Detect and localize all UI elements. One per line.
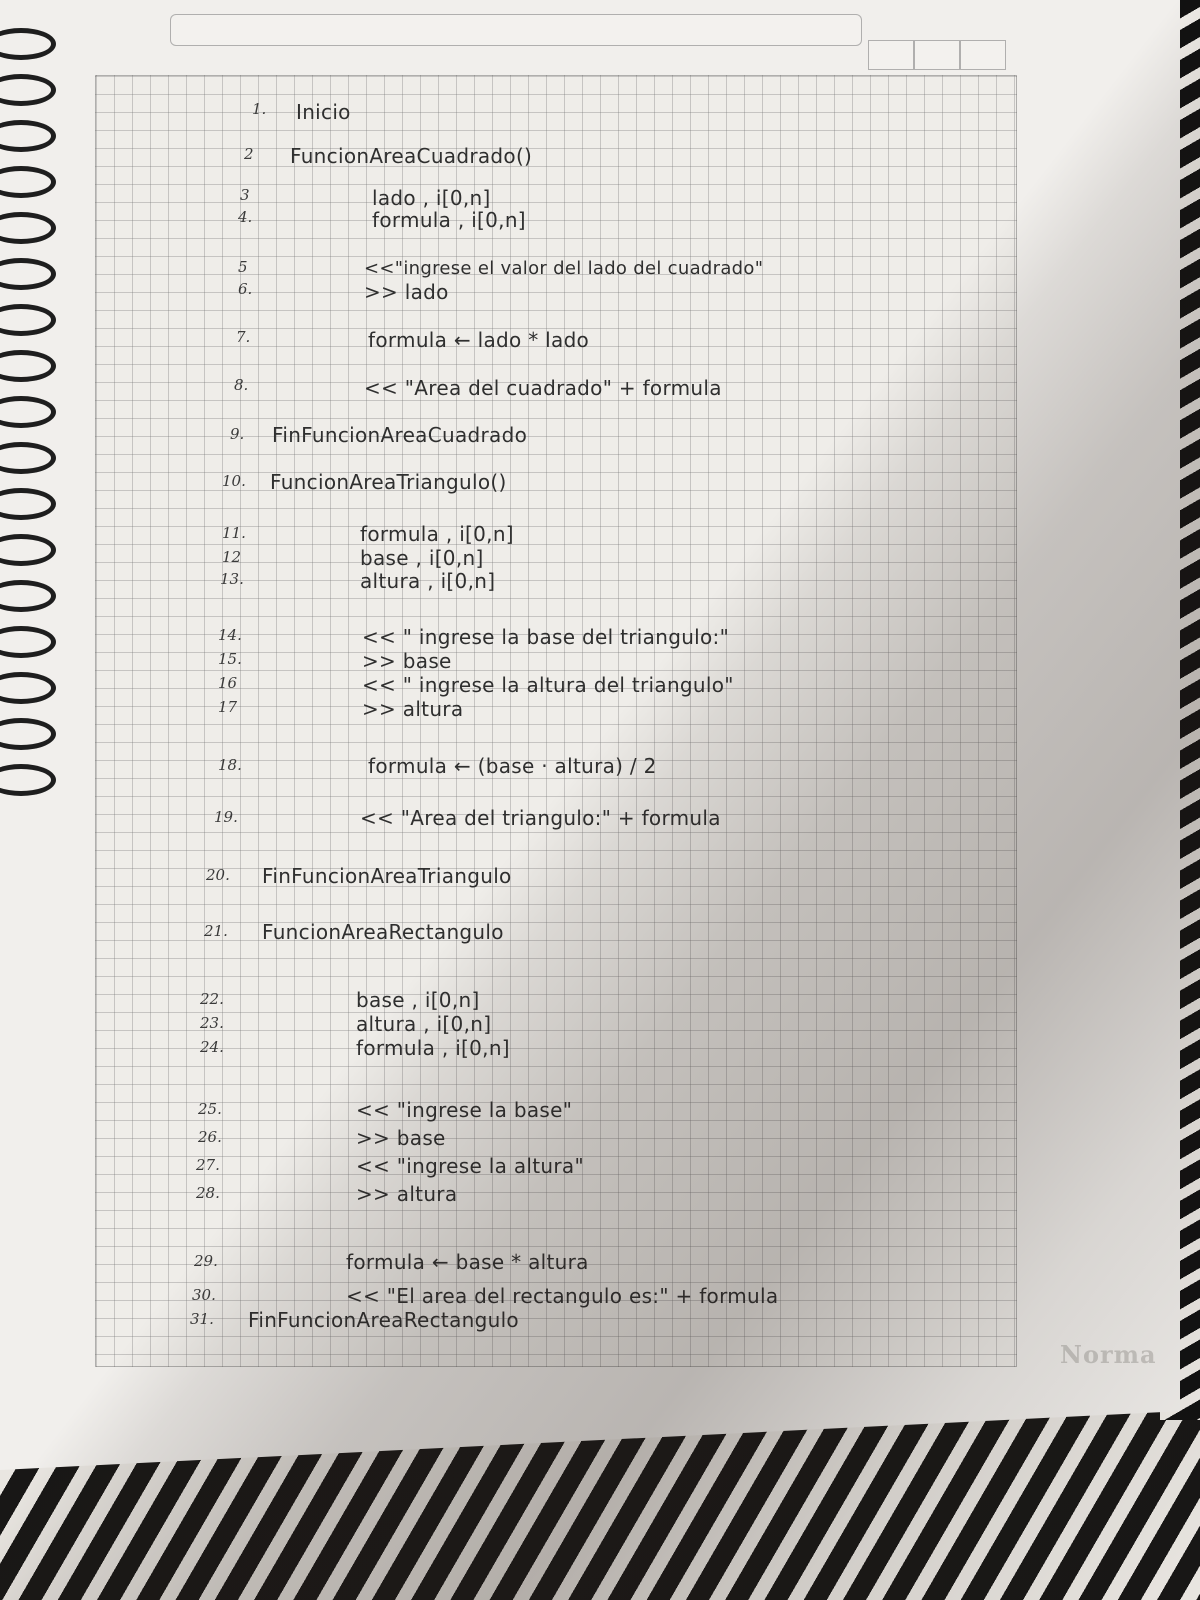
- code-line: formula , i[0,n]: [360, 522, 514, 546]
- line-number: 18.: [218, 756, 242, 774]
- code-line: base , i[0,n]: [356, 988, 480, 1012]
- line-number: 25.: [198, 1100, 222, 1118]
- code-line: Inicio: [296, 100, 351, 124]
- line-number: 15.: [218, 650, 242, 668]
- code-line: FuncionAreaTriangulo(): [270, 470, 507, 494]
- code-line: FinFuncionAreaRectangulo: [248, 1308, 519, 1332]
- line-number: 30.: [192, 1286, 216, 1304]
- line-number: 4.: [238, 208, 253, 226]
- code-line: formula ← base * altura: [346, 1250, 589, 1274]
- line-number: 19.: [214, 808, 238, 826]
- line-number: 11.: [222, 524, 246, 542]
- code-line: formula , i[0,n]: [372, 208, 526, 232]
- notebook-page: 1. 2 3 4. 5 6. 7. 8. 9. 10. 11. 12 13. 1…: [0, 0, 1180, 1470]
- line-number: 29.: [194, 1252, 218, 1270]
- line-number: 28.: [196, 1184, 220, 1202]
- code-line: <<"ingrese el valor del lado del cuadrad…: [364, 258, 764, 279]
- line-number: 9.: [230, 425, 245, 443]
- code-line: formula ← lado * lado: [368, 328, 590, 352]
- date-box-month: [914, 40, 960, 70]
- code-line: altura , i[0,n]: [356, 1012, 492, 1036]
- date-box-year: [960, 40, 1006, 70]
- line-number: 14.: [218, 626, 242, 644]
- line-number: 2: [244, 145, 254, 163]
- code-line: << "ingrese la base": [356, 1098, 573, 1122]
- line-number: 24.: [200, 1038, 224, 1056]
- line-number: 3: [240, 186, 250, 204]
- line-number: 21.: [204, 922, 228, 940]
- code-line: << "Area del cuadrado" + formula: [364, 376, 722, 400]
- code-line: altura , i[0,n]: [360, 569, 496, 593]
- code-line: >> altura: [356, 1182, 458, 1206]
- line-number: 7.: [236, 328, 251, 346]
- line-number: 27.: [196, 1156, 220, 1174]
- line-number: 10.: [222, 472, 246, 490]
- code-line: lado , i[0,n]: [372, 186, 491, 210]
- line-number: 31.: [190, 1310, 214, 1328]
- code-line: << "Area del triangulo:" + formula: [360, 806, 721, 830]
- code-line: FinFuncionAreaCuadrado: [272, 423, 528, 447]
- code-line: << " ingrese la base del triangulo:": [362, 625, 730, 649]
- code-line: >> base: [362, 649, 452, 673]
- code-line: << "ingrese la altura": [356, 1154, 584, 1178]
- line-number: 1.: [252, 100, 267, 118]
- line-number: 6.: [238, 280, 253, 298]
- line-number: 17: [218, 698, 238, 716]
- line-number: 8.: [234, 376, 249, 394]
- code-line: << " ingrese la altura del triangulo": [362, 673, 734, 697]
- line-number: 13.: [220, 570, 244, 588]
- code-line: >> lado: [364, 280, 449, 304]
- code-line: >> base: [356, 1126, 446, 1150]
- line-number: 20.: [206, 866, 230, 884]
- code-line: >> altura: [362, 697, 464, 721]
- code-line: FuncionAreaCuadrado(): [290, 144, 533, 168]
- code-line: FinFuncionAreaTriangulo: [262, 864, 512, 888]
- line-number: 23.: [200, 1014, 224, 1032]
- date-box-day: [868, 40, 914, 70]
- code-line: formula ← (base · altura) / 2: [368, 754, 657, 778]
- line-number: 12: [222, 548, 242, 566]
- code-line: formula , i[0,n]: [356, 1036, 510, 1060]
- code-line: << "El area del rectangulo es:" + formul…: [346, 1284, 779, 1308]
- header-box: [170, 14, 862, 46]
- line-number: 5: [238, 258, 248, 276]
- notebook-brand-logo: Norma: [1060, 1340, 1157, 1369]
- line-number: 22.: [200, 990, 224, 1008]
- code-line: FuncionAreaRectangulo: [262, 920, 504, 944]
- code-line: base , i[0,n]: [360, 546, 484, 570]
- line-number: 16: [218, 674, 238, 692]
- line-number: 26.: [198, 1128, 222, 1146]
